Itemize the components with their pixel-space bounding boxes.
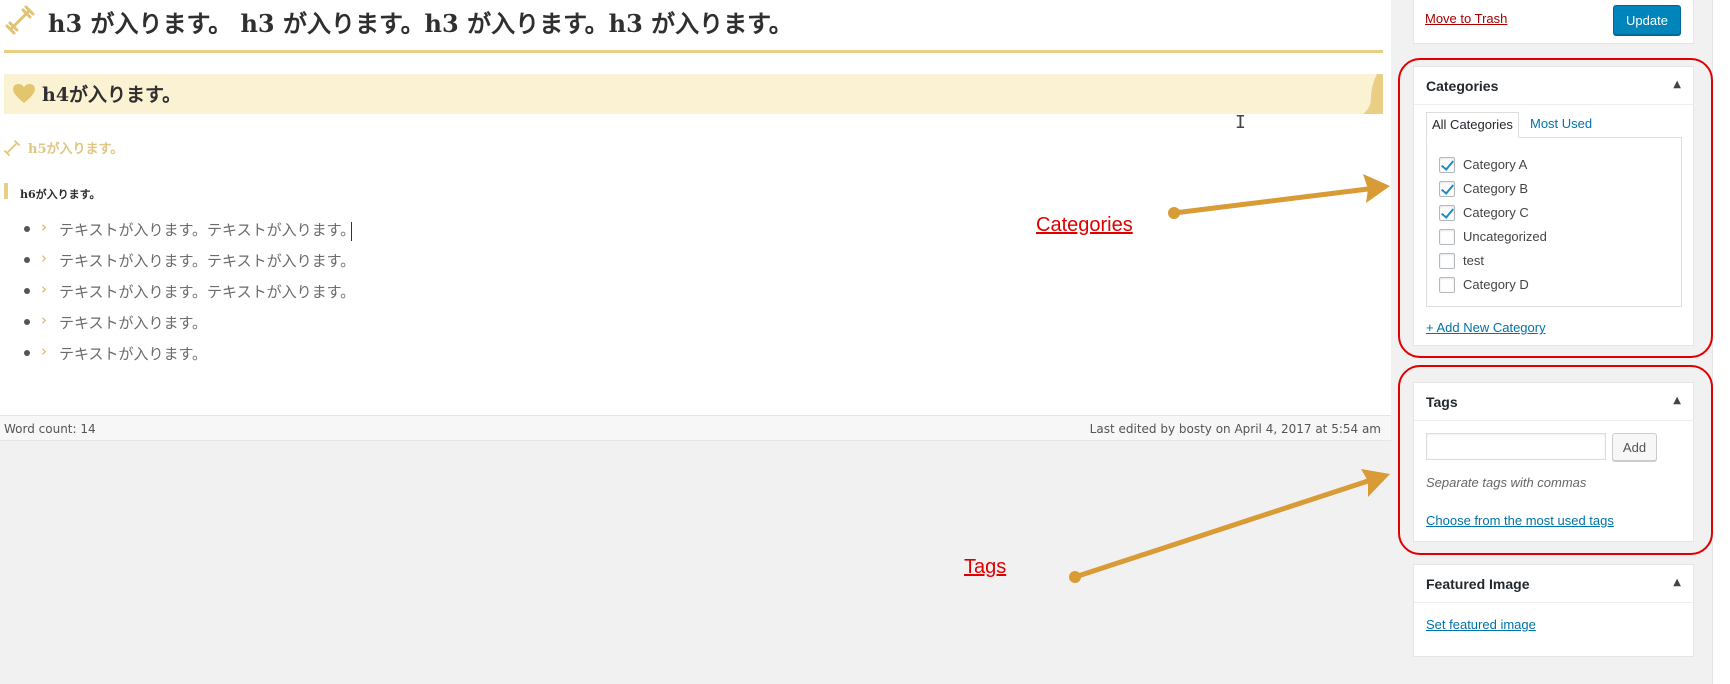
chevron-right-icon: ›	[41, 280, 47, 298]
list-item-text: テキストが入ります。テキストが入ります。	[59, 283, 356, 301]
list-item-text: テキストが入ります。	[59, 314, 208, 332]
text-caret	[351, 222, 352, 241]
dumbbell-small-icon	[4, 140, 20, 156]
annotation-label-categories: Categories	[1036, 214, 1133, 236]
chevron-right-icon: ›	[41, 218, 47, 236]
publish-actions-panel: Move to Trash Update	[1413, 0, 1694, 44]
featured-image-panel: Featured Image ▲ Set featured image	[1413, 564, 1694, 657]
panel-title: Featured Image	[1426, 576, 1530, 592]
last-edited-info: Last edited by bosty on April 4, 2017 at…	[1089, 422, 1381, 436]
h3-underline	[4, 50, 1383, 53]
dumbbell-icon	[5, 5, 35, 35]
list-item-text: テキストが入ります。	[59, 345, 208, 363]
heading-h4[interactable]: h4が入ります。	[4, 74, 1383, 114]
bullet-dot	[24, 319, 30, 325]
ribbon-end-icon	[1363, 74, 1383, 114]
arrow-to-tags	[1069, 469, 1390, 583]
update-button[interactable]: Update	[1613, 5, 1681, 35]
list-item-text: テキストが入ります。テキストが入ります。	[59, 221, 356, 239]
word-count: Word count: 14	[4, 422, 96, 436]
featured-image-panel-header[interactable]: Featured Image ▲	[1414, 565, 1693, 603]
annotation-frame-categories	[1398, 58, 1713, 358]
heading-h3[interactable]: h3 が入ります。 h3 が入ります。h3 が入ります。h3 が入ります。	[4, 0, 1384, 54]
bullet-dot	[24, 257, 30, 263]
editor-status-bar: Word count: 14 Last edited by bosty on A…	[0, 415, 1391, 441]
heading-h6[interactable]: h6が入ります。	[4, 183, 101, 201]
collapse-arrow-icon[interactable]: ▲	[1673, 577, 1681, 588]
bullet-dot	[24, 350, 30, 356]
h5-text: h5が入ります。	[28, 142, 124, 157]
annotation-label-tags: Tags	[964, 556, 1007, 578]
page-scroll-edge	[1712, 0, 1730, 684]
set-featured-image-link[interactable]: Set featured image	[1426, 617, 1536, 632]
list-item-text: テキストが入ります。テキストが入ります。	[59, 252, 356, 270]
chevron-right-icon: ›	[41, 342, 47, 360]
heart-icon	[13, 84, 35, 103]
mouse-ibeam-cursor-icon: I	[1235, 112, 1246, 133]
h6-text: h6が入ります。	[20, 188, 101, 201]
chevron-right-icon: ›	[41, 311, 47, 329]
h4-text: h4が入ります。	[42, 84, 182, 106]
chevron-right-icon: ›	[41, 249, 47, 267]
post-editor-content[interactable]: h3 が入ります。 h3 が入ります。h3 が入ります。h3 が入ります。 h4…	[0, 0, 1391, 441]
bullet-dot	[24, 288, 30, 294]
tab-all-categories[interactable]: All Categories	[1426, 112, 1519, 138]
bullet-dot	[24, 226, 30, 232]
h3-text: h3 が入ります。 h3 が入ります。h3 が入ります。h3 が入ります。	[48, 9, 793, 38]
annotation-frame-tags	[1398, 365, 1713, 555]
move-to-trash-link[interactable]: Move to Trash	[1425, 11, 1507, 26]
